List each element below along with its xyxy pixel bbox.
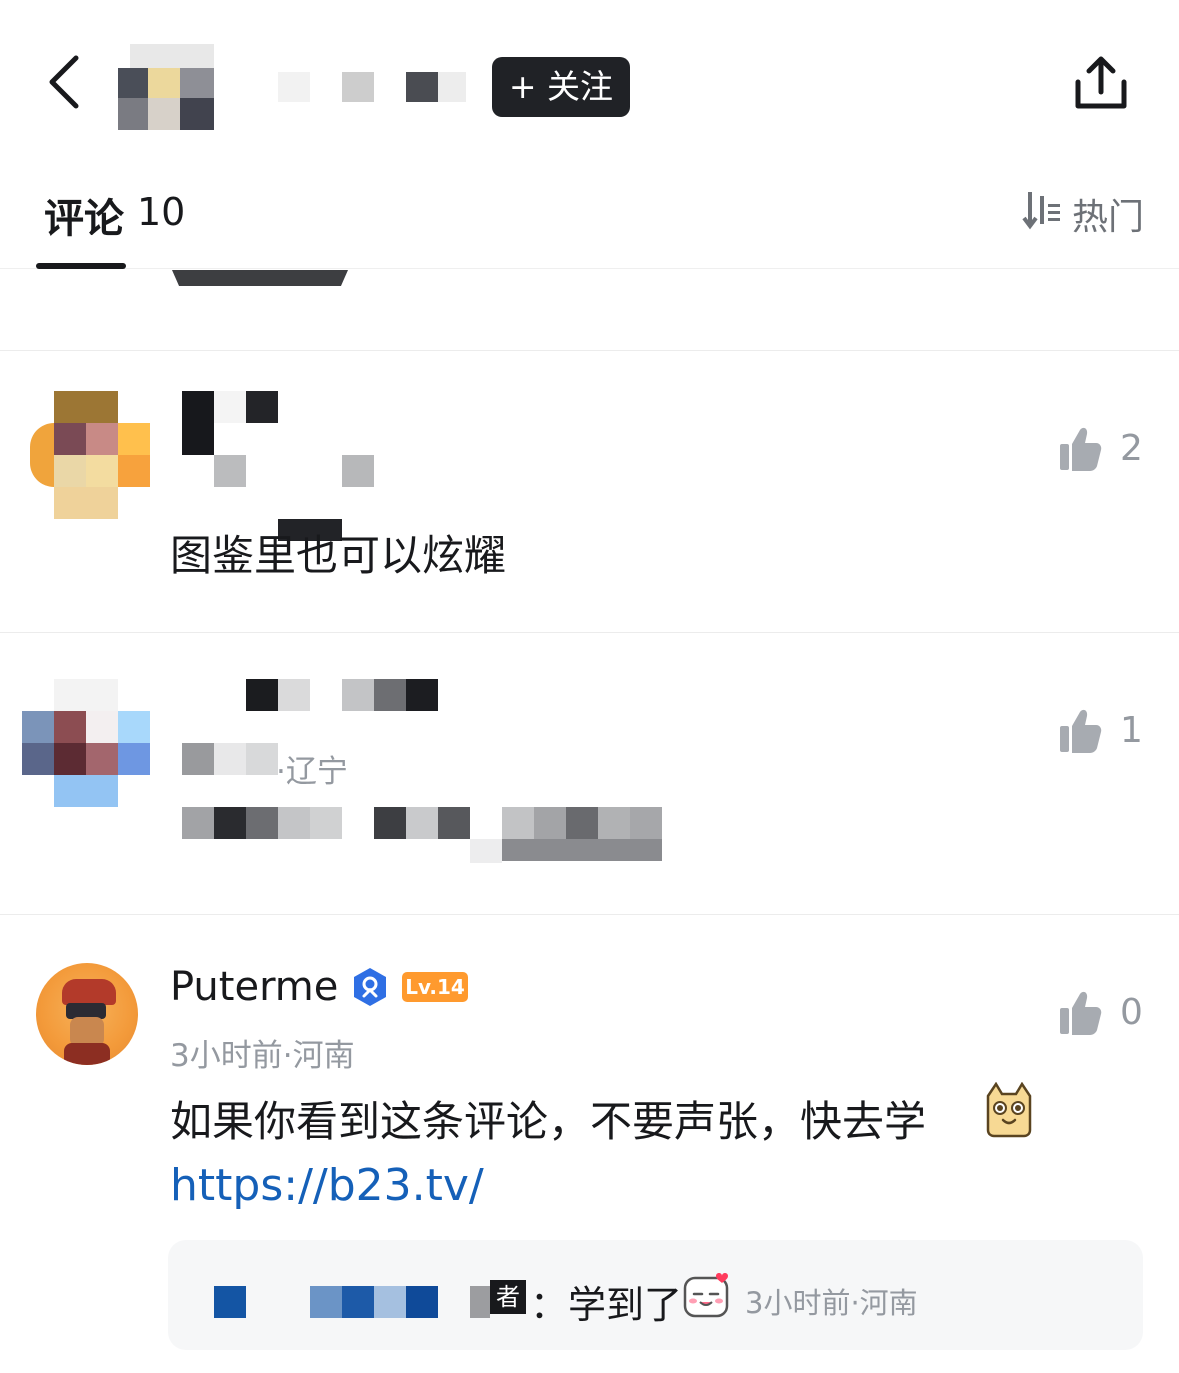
sort-label: 热门	[1072, 197, 1145, 238]
uploader-avatar[interactable]	[118, 44, 214, 130]
like-button[interactable]: 1	[1058, 708, 1158, 758]
reply-text: ：学到了	[530, 1283, 683, 1327]
reply-author-tag: 者	[490, 1280, 526, 1314]
sort-icon	[1022, 192, 1060, 230]
like-count: 1	[1120, 710, 1143, 751]
chevron-left-icon	[49, 55, 79, 109]
username[interactable]: Puterme	[170, 964, 338, 1010]
back-button[interactable]	[40, 52, 90, 112]
cat-emoji-icon	[986, 1082, 1032, 1138]
comment-meta-location: ·辽宁	[276, 754, 348, 790]
level-badge: Lv.14	[402, 972, 468, 1002]
share-button[interactable]	[1070, 52, 1132, 114]
divider	[0, 914, 1179, 915]
reply-meta: 3小时前·河南	[745, 1286, 918, 1320]
divider	[0, 350, 1179, 351]
tab-active-indicator	[36, 263, 126, 269]
like-count: 2	[1120, 428, 1143, 469]
follow-button[interactable]: + 关注	[492, 57, 630, 117]
avatar[interactable]	[36, 963, 138, 1065]
comment-meta: 3小时前·河南	[170, 1038, 355, 1074]
thumb-up-icon	[1060, 991, 1102, 1035]
comment-link[interactable]: https://b23.tv/	[170, 1160, 492, 1211]
divider	[0, 632, 1179, 633]
blushing-emoji-icon	[683, 1273, 729, 1318]
like-count: 0	[1120, 992, 1143, 1033]
like-button[interactable]: 2	[1058, 426, 1158, 476]
comment-text: 图鉴里也可以炫耀	[170, 531, 507, 580]
share-upload-icon	[1075, 56, 1127, 109]
verified-badge-icon	[354, 968, 386, 1006]
like-button[interactable]: 0	[1058, 990, 1158, 1040]
thumb-up-icon	[1060, 427, 1102, 471]
comment-text: 如果你看到这条评论，不要声张，快去学	[170, 1097, 927, 1146]
top-bar: + 关注	[0, 0, 1179, 151]
tab-comments[interactable]: 评论	[44, 186, 124, 244]
thumb-up-icon	[1060, 709, 1102, 753]
tab-comments-count: 10	[137, 190, 186, 234]
